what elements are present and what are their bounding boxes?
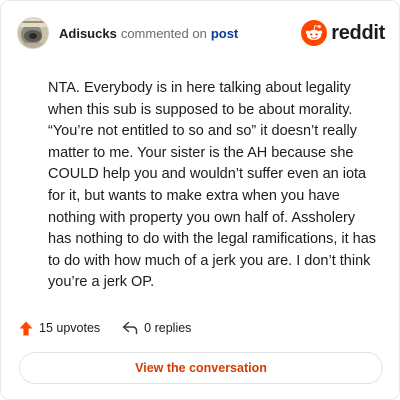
view-conversation-button[interactable]: View the conversation xyxy=(19,352,383,384)
comment-meta: Adisucks commented on post xyxy=(59,26,238,41)
comment-body: NTA. Everybody is in here talking about … xyxy=(48,80,377,291)
replies-stat[interactable]: 0 replies xyxy=(122,321,191,335)
comment-card: Adisucks commented on post reddit NTA. E… xyxy=(0,0,400,400)
comment-footer: 15 upvotes 0 replies xyxy=(19,318,191,338)
upvotes-stat[interactable]: 15 upvotes xyxy=(19,321,100,336)
reddit-alien-icon xyxy=(301,20,328,46)
avatar-image-icon xyxy=(18,18,48,48)
username-link[interactable]: Adisucks xyxy=(59,26,117,41)
reply-arrow-icon xyxy=(122,321,138,335)
reddit-logo[interactable]: reddit xyxy=(301,20,385,46)
avatar[interactable] xyxy=(17,17,49,49)
upvotes-count: 15 upvotes xyxy=(39,321,101,335)
upvote-arrow-icon xyxy=(19,321,33,335)
comment-header: Adisucks commented on post reddit xyxy=(17,15,385,51)
replies-count: 0 replies xyxy=(144,321,192,335)
action-text: commented on xyxy=(120,25,207,41)
post-link[interactable]: post xyxy=(211,26,238,41)
reddit-wordmark: reddit xyxy=(331,21,385,44)
